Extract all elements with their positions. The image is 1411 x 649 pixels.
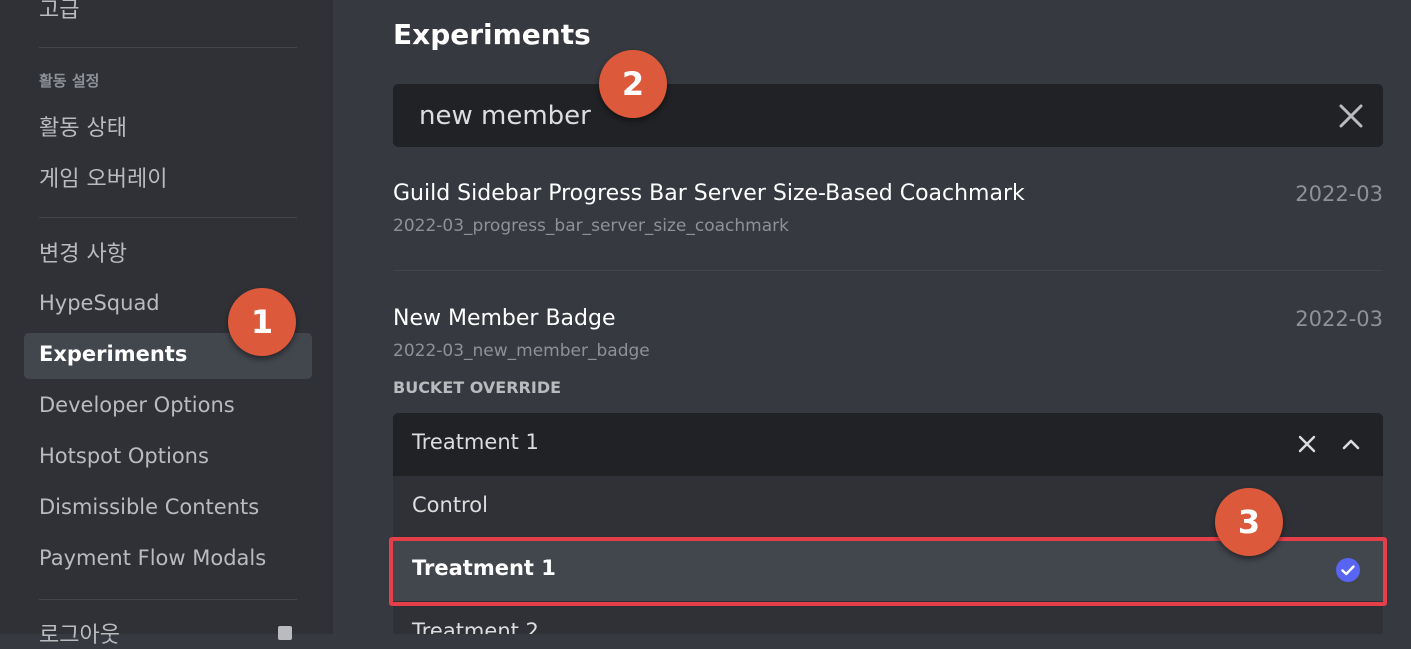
step-marker-1: 1 [228,288,296,356]
sidebar-header-activity: 활동 설정 [39,72,100,90]
check-circle-icon [1336,558,1360,582]
sidebar-divider [39,217,297,218]
experiment-name: Guild Sidebar Progress Bar Server Size-B… [393,181,1025,206]
sidebar-item-hotspot-options[interactable]: Hotspot Options [24,435,312,481]
sidebar-item-label: Experiments [39,342,188,366]
step-marker-3: 3 [1215,488,1283,556]
sidebar-item-label: Hotspot Options [39,444,209,468]
option-label: Treatment 2 [412,619,539,634]
search-bar [393,84,1383,147]
option-label: Control [412,493,488,517]
logout-icon [278,626,292,640]
sidebar-item-logout[interactable]: 로그아웃 [39,617,120,649]
experiment-divider [393,270,1383,271]
option-treatment-2[interactable]: Treatment 2 [393,602,1383,634]
select-value: Treatment 1 [412,430,539,454]
chevron-up-icon[interactable] [1341,436,1361,452]
bucket-override-label: BUCKET OVERRIDE [393,378,562,397]
search-input[interactable] [419,97,1299,135]
sidebar-item-payment-flow-modals[interactable]: Payment Flow Modals [24,537,312,583]
sidebar-divider [39,599,297,600]
sidebar-item-label: Developer Options [39,393,235,417]
sidebar-item-game-overlay[interactable]: 게임 오버레이 [39,161,167,193]
sidebar-item-changelog[interactable]: 변경 사항 [39,236,127,268]
experiment-id: 2022-03_new_member_badge [393,341,650,361]
experiment-id: 2022-03_progress_bar_server_size_coachma… [393,216,789,236]
sidebar-item-label: Payment Flow Modals [39,546,267,570]
experiment-date: 2022-03 [1295,182,1383,206]
bucket-override-select[interactable]: Treatment 1 [393,413,1383,476]
clear-selection-icon[interactable] [1297,434,1317,454]
experiment-date: 2022-03 [1295,307,1383,331]
sidebar-item-developer-options[interactable]: Developer Options [24,384,312,430]
sidebar-item-label: HypeSquad [39,291,160,315]
sidebar-item-activity-status[interactable]: 활동 상태 [39,110,127,142]
experiment-name: New Member Badge [393,306,616,331]
step-marker-2: 2 [599,50,667,118]
sidebar-item-advanced[interactable]: 고급 [39,0,79,24]
sidebar-item-dismissible-contents[interactable]: Dismissible Contents [24,486,312,532]
sidebar-divider [39,47,297,48]
page-title: Experiments [393,18,591,51]
option-label: Treatment 1 [412,556,556,580]
clear-search-icon[interactable] [1337,102,1365,130]
sidebar-item-label: Dismissible Contents [39,495,260,519]
